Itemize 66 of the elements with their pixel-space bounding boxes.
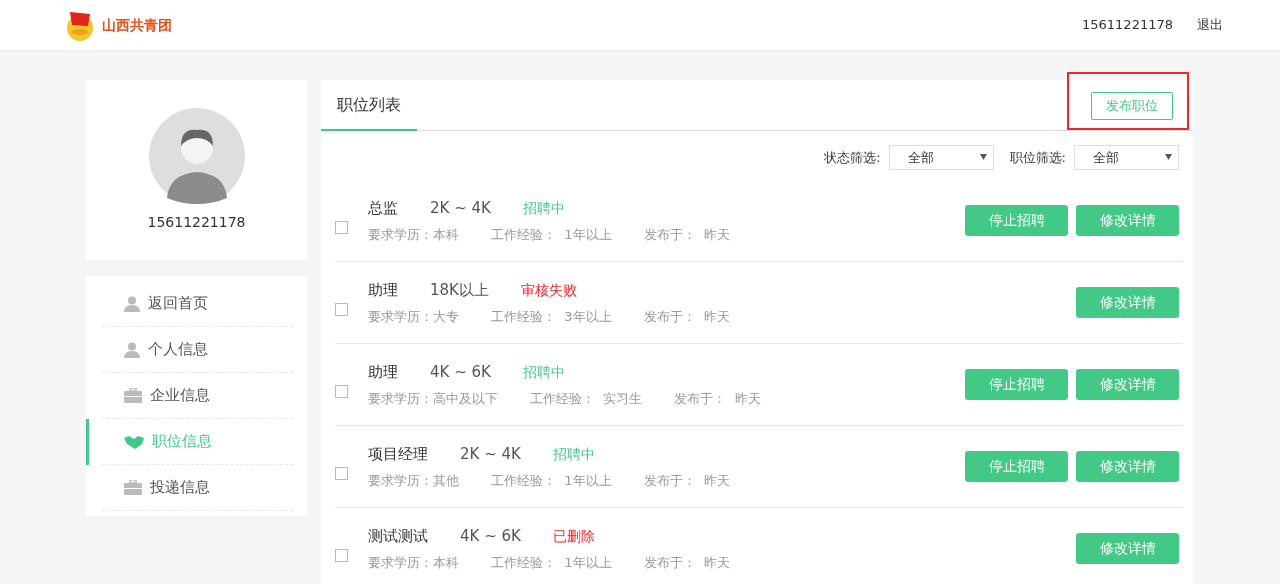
filter-label: 职位筛选: — [1009, 148, 1066, 167]
experience-text: 工作经验： 实习生 — [530, 390, 643, 408]
job-title: 项目经理 — [368, 443, 428, 465]
salary: 2K ~ 4K — [430, 197, 491, 219]
education-text: 要求学历：其他 — [368, 472, 459, 490]
person-icon — [124, 295, 140, 312]
status-label: 招聘中 — [552, 445, 595, 462]
salary: 4K ~ 6K — [430, 361, 491, 383]
job-list-tab[interactable]: 职位列表 — [321, 80, 417, 131]
experience-text: 工作经验： 3年以上 — [491, 308, 612, 326]
stop-recruiting-button[interactable]: 停止招聘 — [965, 205, 1068, 236]
salary: 4K ~ 6K — [460, 525, 521, 547]
filter-label: 状态筛选: — [824, 148, 881, 167]
person-icon — [124, 341, 140, 358]
avatar-icon — [148, 108, 245, 204]
checkbox[interactable] — [335, 467, 348, 480]
education-text: 要求学历：大专 — [368, 308, 459, 326]
sidebar-item[interactable]: 个人信息 — [102, 327, 293, 373]
experience-text: 工作经验： 1年以上 — [491, 554, 612, 572]
edit-details-button[interactable]: 修改详情 — [1076, 451, 1179, 482]
posted-text: 发布于： 昨天 — [674, 390, 761, 408]
status-label: 招聘中 — [522, 363, 565, 380]
job-title: 助理 — [368, 279, 398, 301]
status-label: 审核失败 — [520, 281, 577, 298]
posted-text: 发布于： 昨天 — [643, 554, 730, 572]
edit-details-button[interactable]: 修改详情 — [1076, 533, 1179, 564]
posted-text: 发布于： 昨天 — [643, 308, 730, 326]
salary: 18K以上 — [430, 279, 489, 301]
education-text: 要求学历：本科 — [368, 554, 459, 572]
user-link[interactable]: 15611221178 — [1082, 15, 1173, 35]
filter-dropdown[interactable]: 全部 — [888, 145, 994, 170]
sidebar-item[interactable]: 职位信息 — [102, 419, 293, 465]
caret-icon — [979, 154, 987, 160]
education-text: 要求学历：本科 — [368, 226, 459, 244]
experience-text: 工作经验： 1年以上 — [491, 226, 612, 244]
stop-recruiting-button[interactable]: 停止招聘 — [965, 369, 1068, 400]
sidebar-item[interactable]: 投递信息 — [102, 465, 293, 511]
logo-text[interactable]: 山西共青团 — [102, 14, 172, 36]
briefcase-icon — [124, 480, 142, 495]
job-title: 助理 — [368, 361, 398, 383]
logout-link[interactable]: 退出 — [1197, 15, 1223, 35]
edit-details-button[interactable]: 修改详情 — [1076, 205, 1179, 236]
education-text: 要求学历：高中及以下 — [368, 390, 498, 408]
checkbox[interactable] — [335, 385, 348, 398]
salary: 2K ~ 4K — [460, 443, 521, 465]
status-label: 招聘中 — [522, 199, 565, 216]
edit-details-button[interactable]: 修改详情 — [1076, 287, 1179, 318]
experience-text: 工作经验： 1年以上 — [491, 472, 612, 490]
posted-text: 发布于： 昨天 — [643, 226, 730, 244]
stop-recruiting-button[interactable]: 停止招聘 — [965, 451, 1068, 482]
publish-job-button[interactable]: 发布职位 — [1091, 92, 1173, 120]
checkbox[interactable] — [335, 303, 348, 316]
posted-text: 发布于： 昨天 — [643, 472, 730, 490]
status-label: 已删除 — [552, 527, 595, 544]
caret-icon — [1165, 154, 1172, 160]
phone-number: 15611221178 — [147, 213, 246, 232]
briefcase-icon — [124, 388, 142, 403]
handshake-icon — [124, 434, 144, 449]
sidebar-item[interactable]: 企业信息 — [102, 373, 293, 419]
edit-details-button[interactable]: 修改详情 — [1076, 369, 1179, 400]
filter-dropdown[interactable]: 全部 — [1074, 145, 1179, 170]
checkbox[interactable] — [335, 549, 348, 562]
sidebar-item[interactable]: 返回首页 — [102, 281, 293, 327]
job-title: 测试测试 — [368, 525, 428, 547]
job-title: 总监 — [368, 197, 398, 219]
checkbox[interactable] — [335, 221, 348, 234]
